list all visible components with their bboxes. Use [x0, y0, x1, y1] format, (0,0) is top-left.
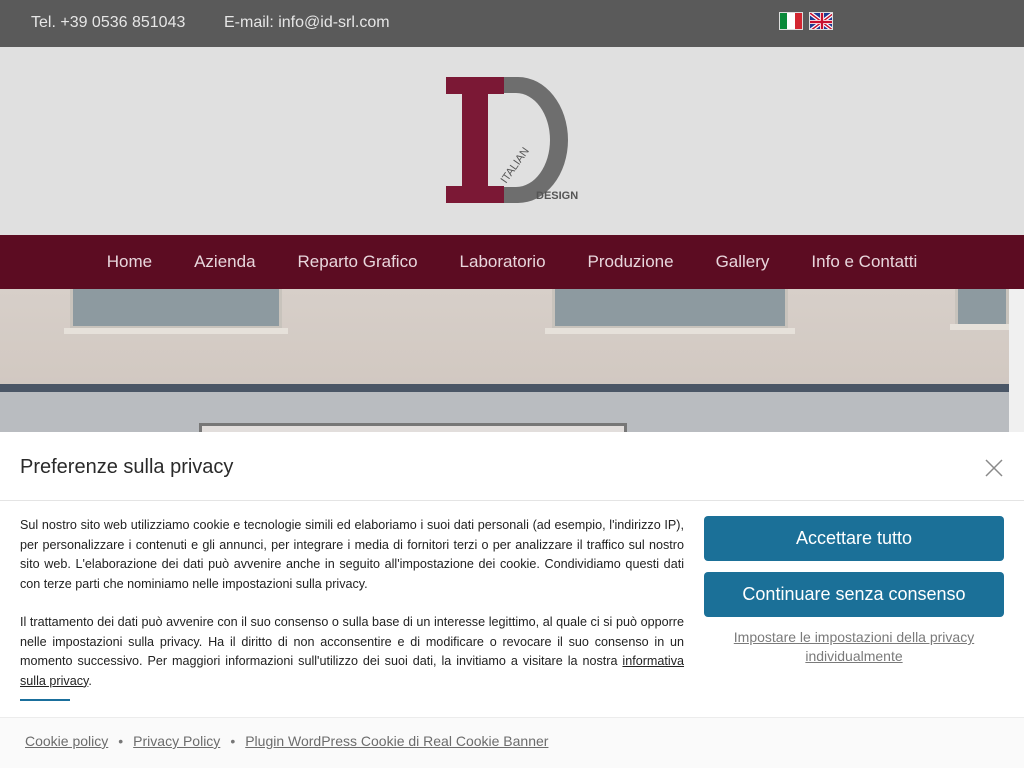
nav-item-azienda[interactable]: Azienda: [173, 252, 276, 272]
nav-item-laboratorio[interactable]: Laboratorio: [439, 252, 567, 272]
banner-paragraph-2-text: Il trattamento dei dati può avvenire con…: [20, 615, 684, 668]
site-header: ITALIAN DESIGN: [0, 47, 1024, 235]
footer-separator: •: [118, 733, 124, 749]
italian-design-logo[interactable]: ITALIAN DESIGN: [444, 75, 584, 205]
footer-separator: •: [230, 733, 236, 749]
top-bar: Tel. +39 0536 851043 E-mail: info@id-srl…: [0, 0, 1024, 47]
nav-item-home[interactable]: Home: [86, 252, 173, 272]
flag-uk-icon[interactable]: [809, 12, 833, 30]
main-nav: Home Azienda Reparto Grafico Laboratorio…: [0, 235, 1024, 289]
banner-description: Sul nostro sito web utilizziamo cookie e…: [20, 516, 684, 691]
banner-accent-rule: [20, 699, 70, 701]
banner-title: Preferenze sulla privacy: [20, 456, 234, 478]
phone-number[interactable]: Tel. +39 0536 851043: [31, 14, 185, 32]
window-sill: [950, 324, 1009, 330]
banner-footer: Cookie policy • Privacy Policy • Plugin …: [0, 717, 1024, 768]
nav-item-produzione[interactable]: Produzione: [567, 252, 695, 272]
window-sill: [545, 328, 795, 334]
nav-item-gallery[interactable]: Gallery: [695, 252, 791, 272]
email-address[interactable]: E-mail: info@id-srl.com: [224, 14, 390, 32]
banner-paragraph-2: Il trattamento dei dati può avvenire con…: [20, 613, 684, 691]
window-sill: [64, 328, 288, 334]
accept-all-button[interactable]: Accettare tutto: [704, 516, 1004, 561]
building-window: [552, 289, 788, 329]
nav-item-info-contatti[interactable]: Info e Contatti: [790, 252, 938, 272]
cookie-policy-link[interactable]: Cookie policy: [25, 733, 108, 749]
continue-without-consent-button[interactable]: Continuare senza consenso: [704, 572, 1004, 617]
hero-image: [0, 289, 1009, 432]
banner-header: Preferenze sulla privacy: [0, 432, 1024, 501]
page-scrollbar[interactable]: [1009, 289, 1024, 432]
logo-word-design: DESIGN: [536, 190, 578, 202]
building-sign: [199, 423, 627, 432]
nav-item-reparto-grafico[interactable]: Reparto Grafico: [277, 252, 439, 272]
banner-paragraph-1: Sul nostro sito web utilizziamo cookie e…: [20, 518, 684, 591]
logo-word-italian: ITALIAN: [499, 145, 532, 185]
banner-paragraph-2-end: .: [88, 673, 92, 688]
close-icon[interactable]: [985, 459, 1003, 477]
building-window: [955, 289, 1009, 329]
real-cookie-banner-link[interactable]: Plugin WordPress Cookie di Real Cookie B…: [245, 733, 548, 749]
flag-it-icon[interactable]: [779, 12, 803, 30]
individual-privacy-settings-link[interactable]: Impostare le impostazioni della privacy …: [704, 628, 1004, 666]
facade-band: [0, 384, 1009, 392]
privacy-policy-link[interactable]: Privacy Policy: [133, 733, 220, 749]
building-window: [70, 289, 282, 329]
cookie-banner: Preferenze sulla privacy Sul nostro sito…: [0, 432, 1024, 768]
